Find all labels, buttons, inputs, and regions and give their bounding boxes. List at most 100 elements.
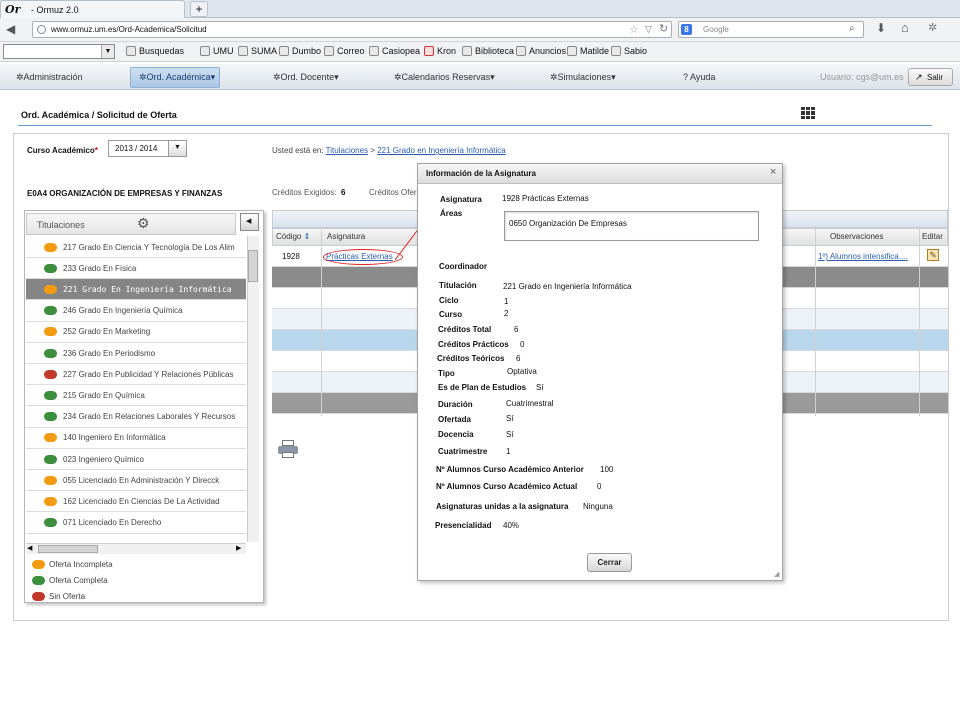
salir-button[interactable]: ↗ Salir	[908, 68, 953, 86]
status-dot-icon	[32, 560, 45, 569]
status-dot-icon	[44, 475, 57, 485]
menu-ord-academica[interactable]: ✲Ord. Académica▾	[139, 72, 215, 83]
value-docencia: Sí	[506, 430, 514, 439]
page-icon	[462, 46, 472, 56]
menu-ord-docente[interactable]: ✲Ord. Docente▾	[273, 72, 339, 83]
dropdown-icon[interactable]: ▽	[645, 24, 652, 35]
status-dot-icon	[44, 327, 57, 337]
close-icon[interactable]: ×	[770, 166, 776, 178]
chevron-left-icon: ◀	[246, 218, 252, 225]
search-icon[interactable]: ⌕	[849, 23, 855, 34]
titulacion-item[interactable]: 246 Grado En Ingeniería Química	[26, 301, 246, 322]
bookmark-matilde[interactable]: Matilde	[567, 46, 609, 56]
scroll-left-icon[interactable]: ◀	[27, 544, 32, 552]
row-observaciones-link[interactable]: 1º) Alumnos intensifica....	[818, 252, 916, 261]
titulacion-item[interactable]: 071 Licenciado En Derecho	[26, 513, 246, 534]
page-title: Ord. Académica / Solicitud de Oferta	[21, 110, 177, 120]
value-asignatura: 1928 Prácticas Externas	[502, 194, 589, 203]
search-bar[interactable]: 8 Google ⌕	[678, 21, 864, 38]
new-tab-button[interactable]: +	[190, 1, 208, 17]
page-icon	[516, 46, 526, 56]
breadcrumb-titulaciones[interactable]: Titulaciones	[326, 146, 368, 155]
menu-ayuda[interactable]: ? Ayuda	[683, 72, 715, 82]
titulacion-item[interactable]: 236 Grado En Periodismo	[26, 343, 246, 364]
bookmark-star-icon[interactable]: ☆	[629, 23, 639, 36]
sort-icon: ⇕	[303, 232, 311, 241]
status-dot-icon	[44, 284, 57, 294]
titulacion-item[interactable]: 217 Grado En Ciencia Y Tecnología De Los…	[26, 237, 246, 258]
back-arrow-icon[interactable]: ◀	[6, 22, 15, 36]
titulacion-item[interactable]: 023 Ingeniero Químico	[26, 449, 246, 470]
titulacion-label: 234 Grado En Relaciones Laborales Y Recu…	[63, 412, 236, 422]
bookmark-umu[interactable]: UMU	[200, 46, 234, 56]
col-codigo[interactable]: Código ⇕	[276, 232, 310, 241]
col-editar[interactable]: Editar	[922, 232, 943, 241]
scroll-right-icon[interactable]: ▶	[236, 544, 241, 552]
ormuz-logo: Or	[5, 3, 21, 16]
url-bar[interactable]: www.ormuz.um.es/Ord-Academica/Solicitud …	[32, 21, 672, 38]
label-asignatura: Asignatura	[440, 195, 482, 204]
bookmark-casiopea[interactable]: Casiopea	[369, 46, 420, 56]
value-creditos-practicos: 0	[520, 340, 525, 349]
breadcrumb: Usted está en: Titulaciones > 221 Grado …	[272, 146, 506, 155]
label-creditos-teoricos: Créditos Teóricos	[437, 354, 505, 363]
horizontal-scroll-thumb[interactable]	[38, 545, 98, 553]
label-curso: Curso	[439, 310, 463, 319]
menu-calendarios-reservas[interactable]: ✲Calendarios Reservas▾	[394, 72, 495, 83]
titulacion-item[interactable]: 162 Licenciado En Ciencias De La Activid…	[26, 491, 246, 513]
bookmark-sabio[interactable]: Sabio	[611, 46, 647, 56]
combo-arrow-icon[interactable]: ▼	[101, 45, 114, 58]
breadcrumb-grado[interactable]: 221 Grado en Ingeniería Informática	[377, 146, 506, 155]
area-title: E0A4 ORGANIZACIÓN DE EMPRESAS Y FINANZAS	[27, 189, 223, 198]
cerrar-button[interactable]: Cerrar	[587, 553, 632, 572]
titulacion-item[interactable]: 140 Ingeniero En Informática	[26, 428, 246, 449]
printer-icon[interactable]	[278, 440, 298, 458]
titulacion-item[interactable]: 215 Grado En Química	[26, 385, 246, 407]
value-titulacion: 221 Grado en Ingeniería Informática	[503, 282, 632, 291]
download-icon[interactable]: ⬇	[876, 21, 886, 35]
apps-grid-icon[interactable]	[801, 107, 815, 119]
user-label: Usuario: cgs@um.es	[820, 72, 904, 82]
browser-tab[interactable]: Or - Ormuz 2.0	[0, 0, 185, 18]
titulacion-item-selected[interactable]: 221 Grado En Ingeniería Informática	[26, 279, 246, 301]
legend-item: Sin Oferta	[32, 592, 85, 601]
menu-simulaciones[interactable]: ✲Simulaciones▾	[550, 72, 616, 83]
status-dot-icon	[44, 454, 57, 464]
titulacion-item[interactable]: 252 Grado En Marketing	[26, 322, 246, 343]
bookmark-kron[interactable]: Kron	[424, 46, 456, 56]
gear-icon[interactable]: ⚙	[137, 215, 150, 232]
bookmark-biblioteca[interactable]: Biblioteca	[462, 46, 514, 56]
collapse-panel-button[interactable]: ◀	[240, 213, 259, 231]
titulacion-label: 236 Grado En Periodismo	[63, 348, 156, 358]
titulacion-item[interactable]: 233 Grado En Física	[26, 258, 246, 280]
bookmark-correo[interactable]: Correo	[324, 46, 365, 56]
menu-administracion[interactable]: ✲Administración	[16, 72, 83, 83]
edit-icon[interactable]: ✎	[927, 249, 939, 261]
status-dot-icon	[44, 390, 57, 400]
titulacion-item[interactable]: 234 Grado En Relaciones Laborales Y Recu…	[26, 407, 246, 428]
status-dot-icon	[44, 263, 57, 273]
bookmark-anuncios[interactable]: Anuncios	[516, 46, 566, 56]
bookmark-dumbo[interactable]: Dumbo	[279, 46, 321, 56]
tools-icon[interactable]: ✲	[928, 21, 937, 34]
col-observaciones[interactable]: Observaciones	[830, 232, 883, 241]
bookmark-suma[interactable]: SUMA	[238, 46, 277, 56]
exit-icon: ↗	[915, 72, 923, 82]
titulacion-label: 215 Grado En Química	[63, 390, 145, 400]
vertical-scroll-thumb[interactable]	[248, 250, 258, 282]
titulacion-item[interactable]: 055 Licenciado En Administración Y Direc…	[26, 470, 246, 492]
areas-box[interactable]: 0650 Organización De Empresas	[504, 211, 759, 241]
home-icon[interactable]: ⌂	[901, 20, 909, 35]
titulacion-item[interactable]: 227 Grado En Publicidad Y Relaciones Púb…	[26, 364, 246, 386]
col-asignatura[interactable]: Asignatura	[327, 232, 365, 241]
column-divider	[919, 228, 920, 416]
bookmark-busquedas[interactable]: Busquedas	[126, 46, 184, 56]
value-alumnos-actual: 0	[597, 482, 602, 491]
toolbar-combo[interactable]: ▼	[3, 44, 115, 59]
tab-title: - Ormuz 2.0	[31, 5, 79, 15]
reload-icon[interactable]: ↻	[659, 22, 668, 35]
curso-select-arrow[interactable]: ▼	[168, 140, 187, 157]
search-icon	[126, 46, 136, 56]
label-duracion: Duración	[438, 400, 473, 409]
resize-grip-icon[interactable]: ◢	[774, 570, 779, 578]
